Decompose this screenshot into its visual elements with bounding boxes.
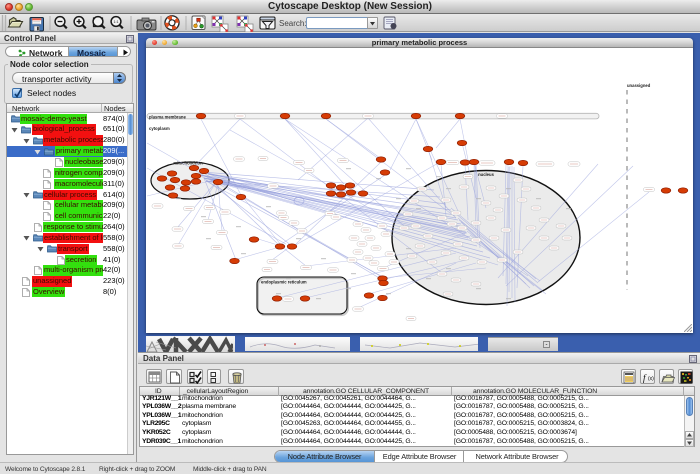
svg-text:Search:: Search:: [279, 19, 307, 28]
svg-text:nucleus: nucleus: [478, 172, 494, 177]
svg-text:(x): (x): [648, 376, 654, 382]
svg-text:cytoplasm: cytoplasm: [149, 126, 170, 131]
svg-text:unassigned: unassigned: [627, 83, 651, 88]
svg-text:f: f: [643, 373, 647, 383]
svg-text:plasma membrane: plasma membrane: [149, 114, 186, 119]
svg-text:mitochondrion: mitochondrion: [173, 160, 203, 165]
svg-text:1:1: 1:1: [114, 20, 119, 24]
svg-text:endoplasmic reticulum: endoplasmic reticulum: [261, 279, 307, 284]
